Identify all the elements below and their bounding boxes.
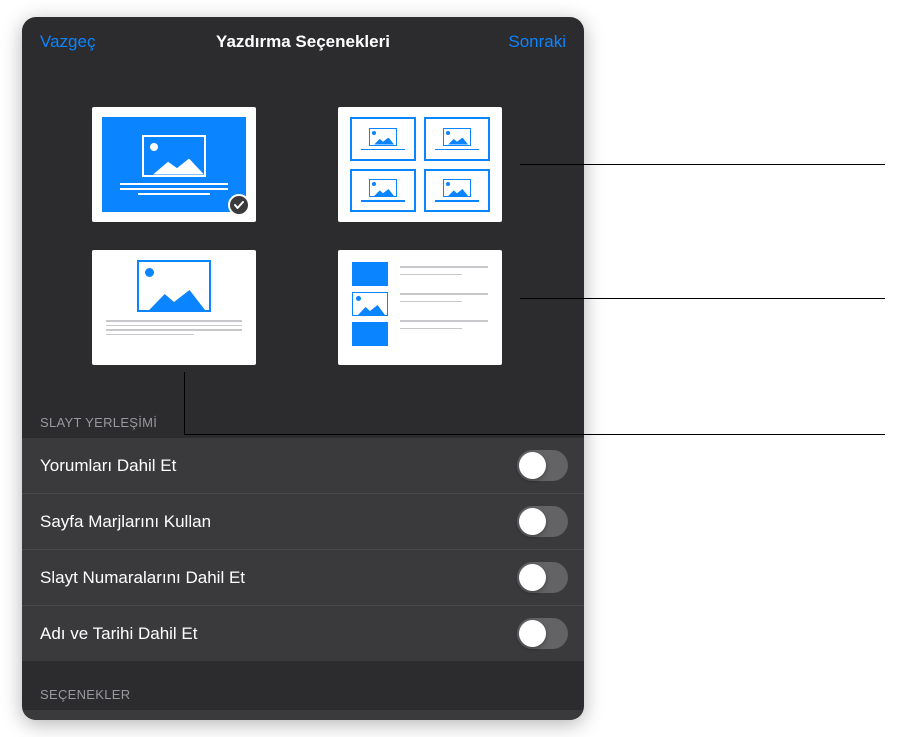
layout-option-single-slide[interactable] [92, 107, 256, 222]
layout-option-outline[interactable] [338, 250, 502, 365]
options-settings: Arka Planları Yazdır [22, 710, 584, 720]
callout-line [184, 372, 185, 434]
cancel-button[interactable]: Vazgeç [40, 32, 95, 52]
row-include-slide-numbers: Slayt Numaralarını Dahil Et [22, 550, 584, 606]
section-header-options: SEÇENEKLER [22, 687, 584, 710]
row-include-name-date: Adı ve Tarihi Dahil Et [22, 606, 584, 661]
panel-title: Yazdırma Seçenekleri [216, 32, 390, 52]
next-button[interactable]: Sonraki [508, 32, 566, 52]
panel-header: Vazgeç Yazdırma Seçenekleri Sonraki [22, 17, 584, 67]
row-print-backgrounds: Arka Planları Yazdır [22, 710, 584, 720]
toggle-include-name-date[interactable] [517, 618, 568, 649]
image-placeholder-icon [137, 260, 211, 312]
label-include-slide-numbers: Slayt Numaralarını Dahil Et [40, 568, 245, 588]
callout-line [520, 298, 885, 299]
slide-layout-settings: Yorumları Dahil Et Sayfa Marjlarını Kull… [22, 438, 584, 661]
print-options-panel: Vazgeç Yazdırma Seçenekleri Sonraki [22, 17, 584, 720]
label-use-margins: Sayfa Marjlarını Kullan [40, 512, 211, 532]
layout-option-notes[interactable] [92, 250, 256, 365]
callout-line [520, 164, 885, 165]
label-include-comments: Yorumları Dahil Et [40, 456, 176, 476]
row-use-margins: Sayfa Marjlarını Kullan [22, 494, 584, 550]
label-include-name-date: Adı ve Tarihi Dahil Et [40, 624, 197, 644]
image-placeholder-icon [142, 135, 206, 177]
section-header-slide-layout: SLAYT YERLEŞİMİ [22, 385, 584, 438]
row-include-comments: Yorumları Dahil Et [22, 438, 584, 494]
toggle-include-comments[interactable] [517, 450, 568, 481]
callout-line [184, 434, 885, 435]
toggle-include-slide-numbers[interactable] [517, 562, 568, 593]
layout-options-grid [22, 67, 584, 385]
layout-option-grid[interactable] [338, 107, 502, 222]
toggle-use-margins[interactable] [517, 506, 568, 537]
selected-checkmark-icon [228, 194, 250, 216]
